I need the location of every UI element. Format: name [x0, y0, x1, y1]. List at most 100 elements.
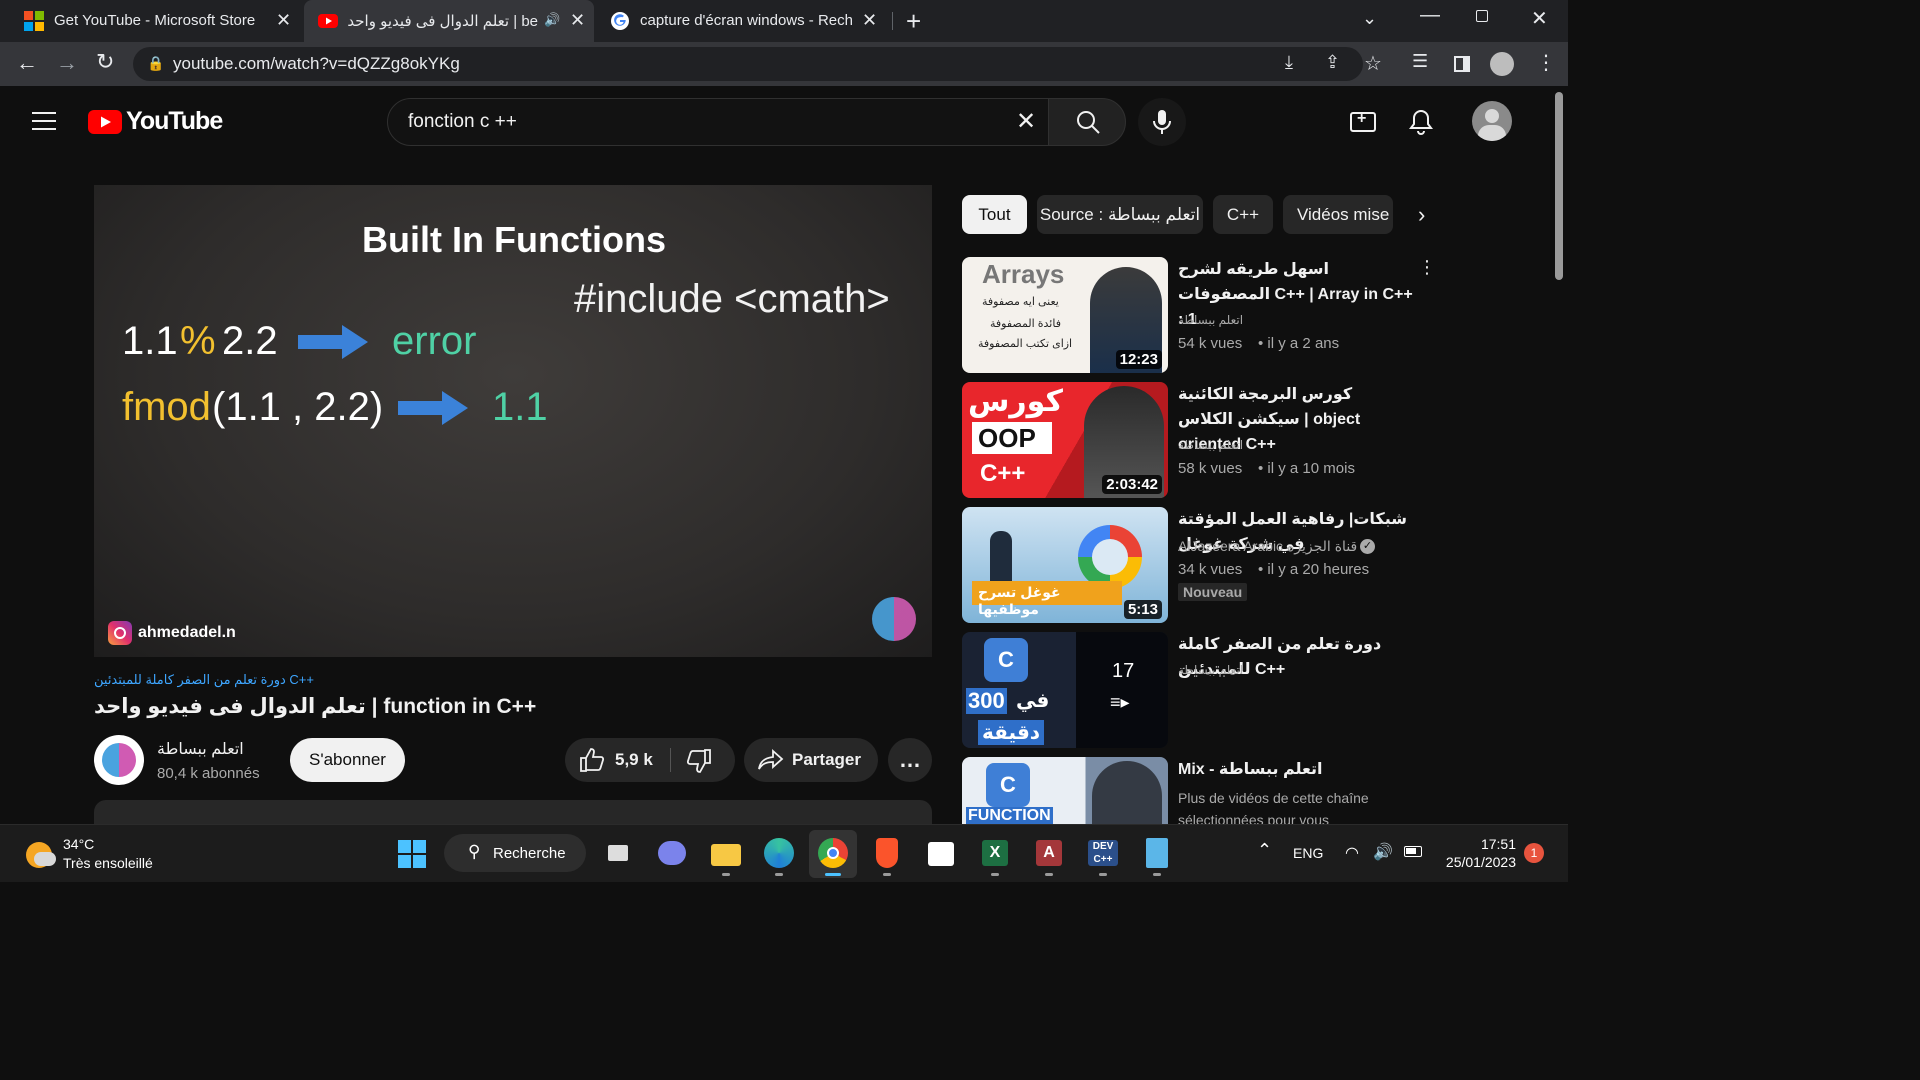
youtube-logo[interactable]: YouTube	[88, 107, 223, 138]
arrow-right-icon	[298, 325, 368, 359]
channel-watermark-logo	[872, 597, 916, 641]
channel-name[interactable]: اتعلم ببساطة	[1178, 438, 1243, 452]
chip-source[interactable]: Source : اتعلم ببساطة	[1037, 195, 1203, 234]
share-button[interactable]: Partager	[744, 738, 878, 782]
like-count: 5,9 k	[615, 750, 653, 769]
volume-icon[interactable]: 🔊	[1373, 842, 1393, 862]
chip-recent[interactable]: Vidéos mise	[1283, 195, 1393, 234]
clock[interactable]: 17:51 25/01/2023	[1436, 834, 1520, 874]
windows-start-icon[interactable]	[398, 840, 426, 868]
tab-search-icon[interactable]: ⌄	[1362, 8, 1377, 29]
recommendation-item[interactable]: غوغل تسرح موظفيها 5:13 شبكات| رفاهية الع…	[962, 507, 1432, 623]
reload-icon[interactable]: ↻	[96, 49, 114, 75]
channel-name[interactable]: اتعلم ببساطة	[1178, 663, 1243, 677]
share-icon[interactable]: ⇪	[1325, 52, 1340, 73]
language-indicator[interactable]: ENG	[1293, 845, 1323, 861]
install-app-icon[interactable]: ⤓	[1285, 52, 1293, 73]
search-button[interactable]	[1048, 98, 1126, 146]
like-button[interactable]: 5,9 k	[565, 738, 669, 782]
dev-cpp-icon[interactable]: DEV C++	[1086, 836, 1120, 870]
search-text[interactable]: fonction c ++	[408, 111, 517, 133]
brave-browser-icon[interactable]	[870, 836, 904, 870]
create-video-icon[interactable]: +	[1350, 110, 1376, 132]
url-text[interactable]: youtube.com/watch?v=dQZZg8okYKg	[173, 54, 460, 74]
share-label: Partager	[792, 750, 861, 769]
description-box[interactable]	[94, 800, 932, 824]
teams-chat-icon[interactable]	[655, 836, 689, 870]
forward-icon[interactable]: →	[56, 50, 78, 76]
show-hidden-icons-chevron[interactable]: ⌃	[1257, 840, 1272, 861]
hamburger-menu-icon[interactable]	[32, 112, 56, 130]
close-tab-icon[interactable]: ✕	[276, 10, 291, 31]
task-view-icon[interactable]	[602, 836, 636, 870]
playlist-link[interactable]: دورة تعلم من الصفر كاملة للمبتدئين C++	[94, 672, 314, 688]
account-avatar[interactable]	[1472, 101, 1512, 141]
bookmark-star-icon[interactable]: ☆	[1364, 51, 1382, 76]
like-dislike-group: 5,9 k	[565, 738, 735, 782]
video-duration: 12:23	[1115, 350, 1162, 369]
chip-label: C++	[1226, 204, 1260, 224]
tab-microsoft-store[interactable]: Get YouTube - Microsoft Store ✕	[0, 0, 300, 42]
scrollbar-thumb[interactable]	[1555, 92, 1563, 280]
speaker-icon[interactable]: 🔊	[544, 12, 560, 28]
profile-avatar-icon[interactable]	[1490, 52, 1514, 76]
close-tab-icon[interactable]: ✕	[862, 10, 877, 31]
edge-browser-icon[interactable]	[762, 836, 796, 870]
video-thumbnail[interactable]: كورس OOP C++ 2:03:42	[962, 382, 1168, 498]
recommendation-item[interactable]: C 300 في دقيقة 17 ≡▸ دورة تعلم من الصفر …	[962, 632, 1432, 748]
video-player[interactable]: Built In Functions #include <cmath> 1.1 …	[94, 185, 932, 657]
weather-widget[interactable]: 34°C Très ensoleillé	[24, 834, 164, 874]
back-icon[interactable]: ←	[16, 50, 38, 76]
side-panel-icon[interactable]	[1454, 56, 1470, 72]
notepad-icon[interactable]	[1140, 836, 1174, 870]
video-thumbnail[interactable]: Arrays يعنى ايه مصفوفة فائدة المصفوفة از…	[962, 257, 1168, 373]
clear-search-icon[interactable]: ✕	[1016, 107, 1036, 136]
battery-icon[interactable]	[1404, 846, 1422, 857]
channel-name[interactable]: اتعلم ببساطة	[1178, 313, 1243, 327]
wifi-icon[interactable]: ◠	[1345, 843, 1359, 863]
search-icon: ⚲	[468, 842, 481, 861]
voice-search-button[interactable]	[1138, 98, 1186, 146]
taskbar-search-button[interactable]: ⚲ Recherche	[444, 834, 586, 872]
tab-youtube[interactable]: be | تعلم الدوال فى فيديو واحد 🔊 ✕	[304, 0, 594, 42]
thumbs-down-icon[interactable]	[686, 748, 712, 774]
more-actions-button[interactable]: …	[888, 738, 932, 782]
thumb-line: دقيقة	[978, 720, 1045, 745]
reading-list-icon[interactable]: ☰	[1412, 51, 1428, 72]
recommendation-item[interactable]: C FUNCTION Mix - اتعلم ببساطة Plus de vi…	[962, 757, 1432, 824]
close-tab-icon[interactable]: ✕	[570, 10, 585, 31]
recommendation-item[interactable]: كورس OOP C++ 2:03:42 كورس البرمجة الكائن…	[962, 382, 1432, 498]
channel-name[interactable]: اتعلم ببساطة	[157, 739, 244, 759]
new-tab-icon[interactable]: +	[906, 6, 921, 37]
search-input[interactable]: fonction c ++ ✕	[387, 98, 1049, 146]
notifications-bell-icon[interactable]	[1409, 108, 1433, 136]
close-window-icon[interactable]: ✕	[1531, 6, 1548, 31]
channel-name[interactable]: AlJazeera Arabic قناة الجزيرة	[1178, 538, 1357, 555]
scrollbar-track[interactable]	[1552, 88, 1568, 824]
running-indicator	[1099, 873, 1107, 876]
playlist-thumbnail[interactable]: C 300 في دقيقة 17 ≡▸	[962, 632, 1168, 748]
notification-badge[interactable]: 1	[1524, 843, 1544, 863]
chevron-right-icon[interactable]: ›	[1418, 202, 1425, 228]
more-options-icon[interactable]: ⋮	[1418, 257, 1436, 278]
chrome-menu-icon[interactable]: ⋮	[1536, 50, 1556, 75]
view-count: 58 k vues	[1178, 460, 1243, 477]
excel-icon[interactable]: X	[978, 836, 1012, 870]
chrome-browser-icon[interactable]	[816, 836, 850, 870]
minimize-icon[interactable]: —	[1420, 4, 1440, 27]
subscribe-button[interactable]: S'abonner	[290, 738, 405, 782]
file-explorer-icon[interactable]	[709, 836, 743, 870]
video-thumbnail[interactable]: غوغل تسرح موظفيها 5:13	[962, 507, 1168, 623]
channel-avatar[interactable]	[94, 735, 144, 785]
recommendation-item[interactable]: Arrays يعنى ايه مصفوفة فائدة المصفوفة از…	[962, 257, 1436, 373]
video-title[interactable]: Mix - اتعلم ببساطة	[1178, 757, 1418, 782]
tab-google-search[interactable]: capture d'écran windows - Reche ✕	[596, 0, 886, 42]
subscribe-label: S'abonner	[309, 750, 386, 769]
access-icon[interactable]: A	[1032, 836, 1066, 870]
restore-icon[interactable]	[1476, 10, 1488, 22]
mix-thumbnail[interactable]: C FUNCTION	[962, 757, 1168, 824]
address-bar[interactable]: 🔒 youtube.com/watch?v=dQZZg8okYKg ⤓ ⇪	[133, 47, 1363, 81]
microsoft-store-icon[interactable]	[924, 836, 958, 870]
chip-cpp[interactable]: C++	[1213, 195, 1273, 234]
chip-all[interactable]: Tout	[962, 195, 1027, 234]
